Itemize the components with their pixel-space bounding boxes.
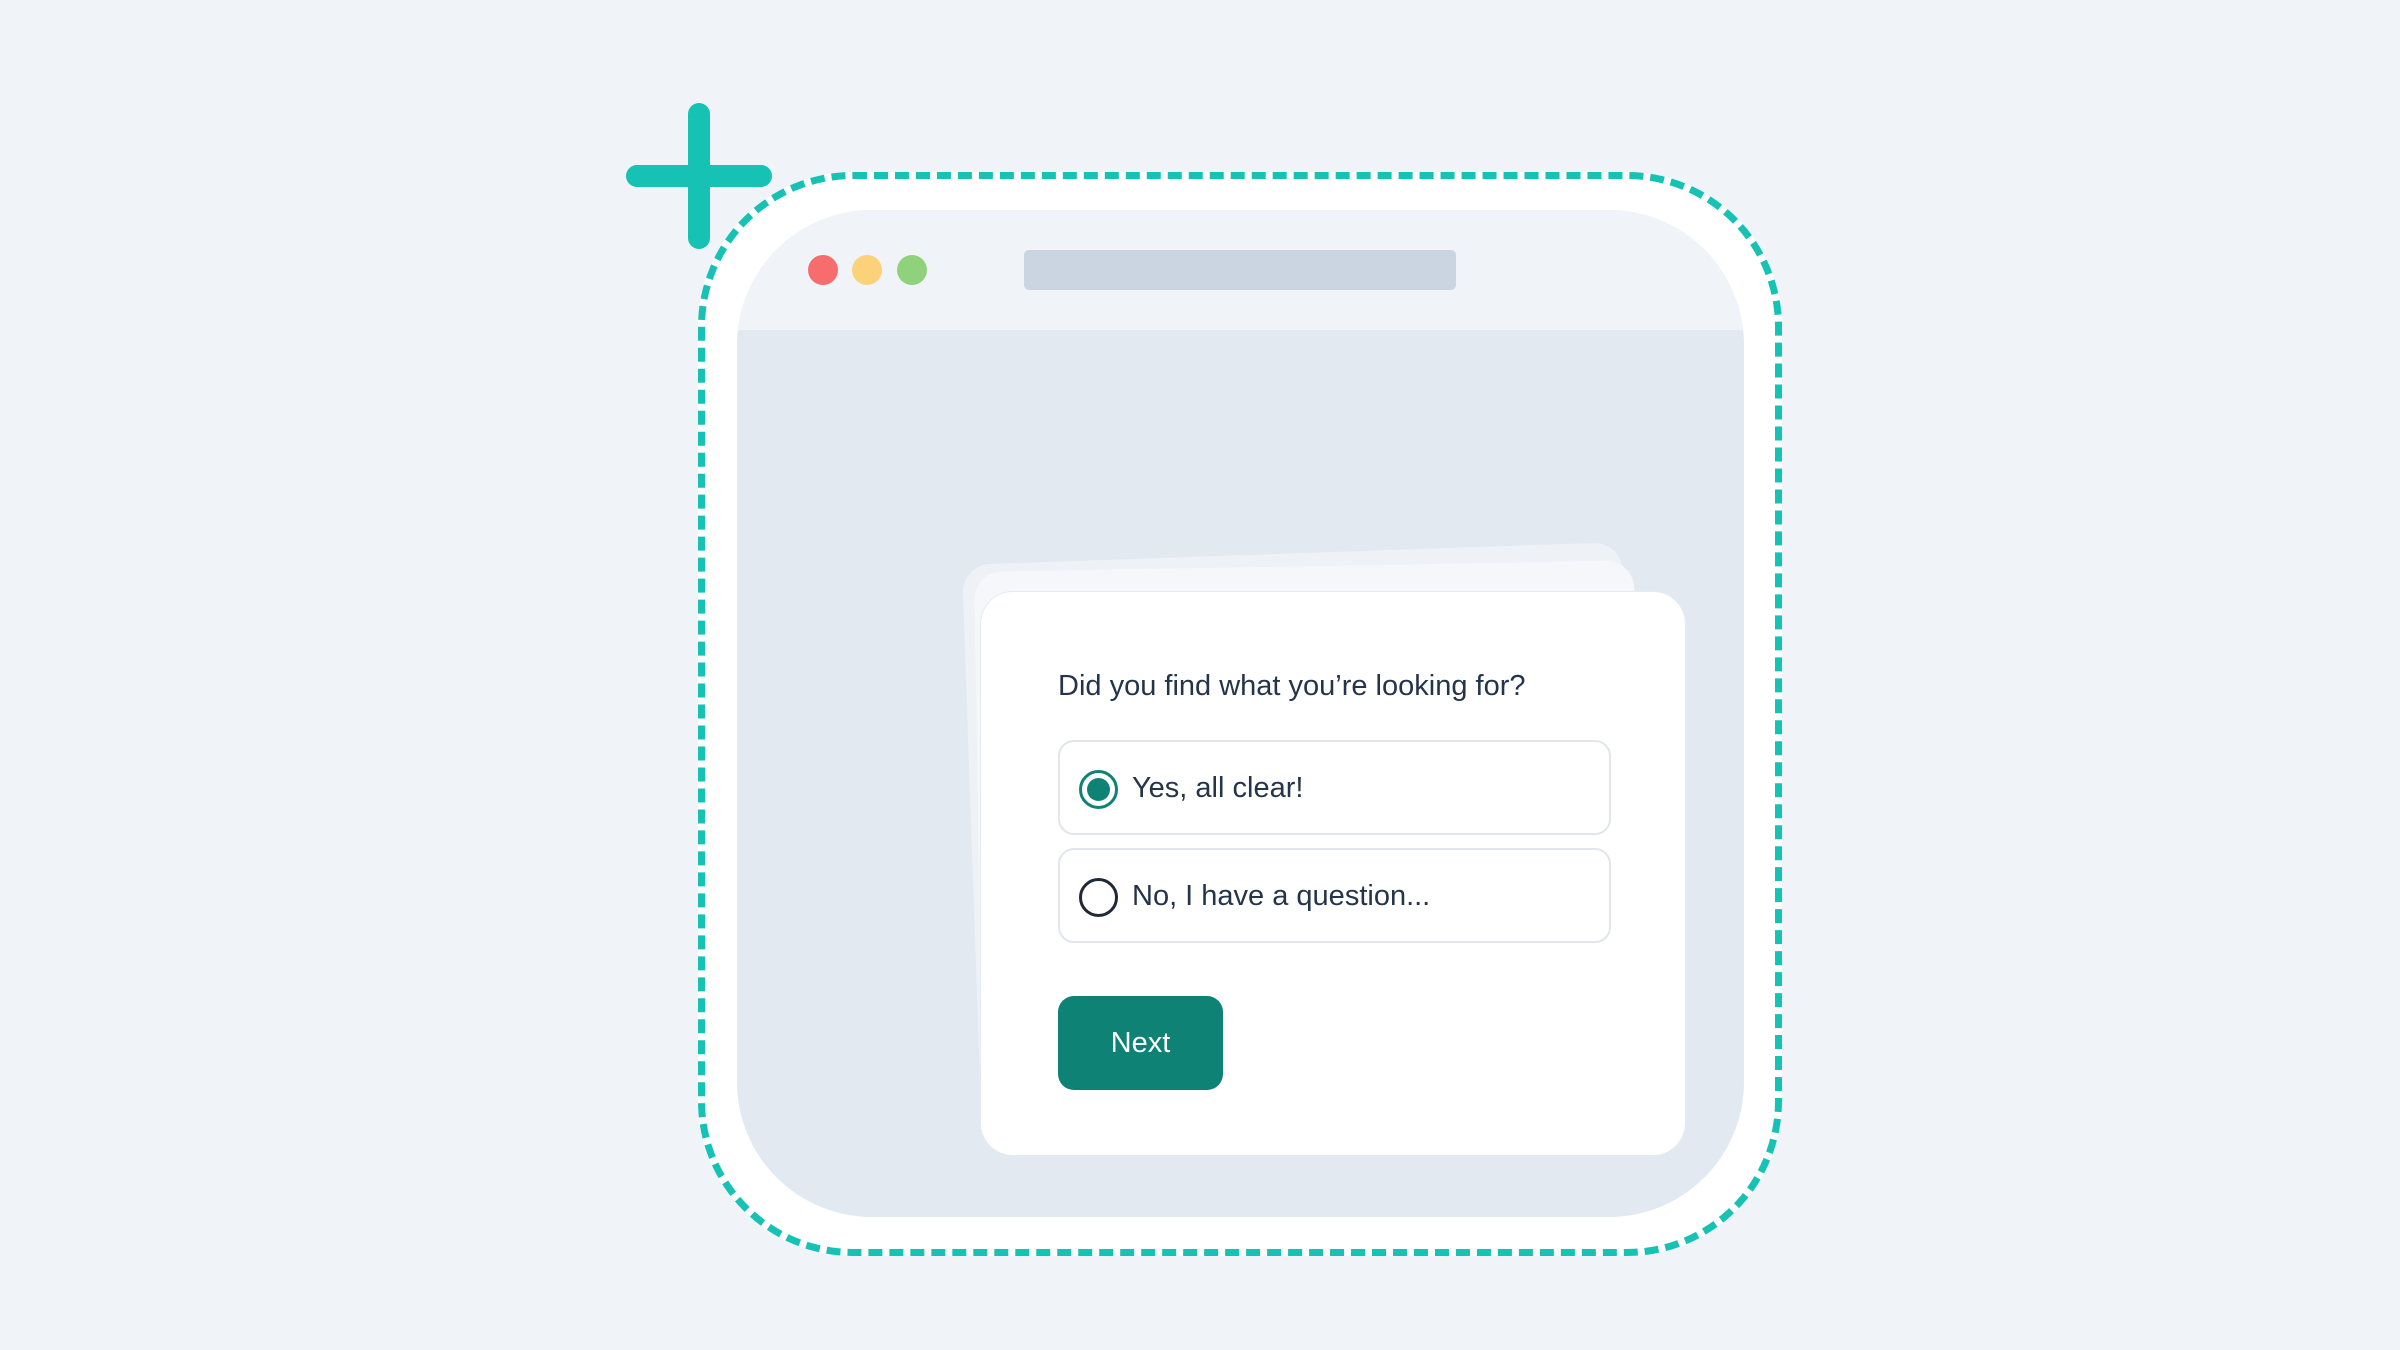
next-button[interactable]: Next xyxy=(1058,996,1223,1090)
close-dot-icon[interactable] xyxy=(808,255,838,285)
survey-card: Did you find what you’re looking for? Ye… xyxy=(981,592,1685,1155)
survey-question: Did you find what you’re looking for? xyxy=(1058,670,1526,702)
option-no-label: No, I have a question... xyxy=(1132,880,1431,912)
illustration-stage: Did you find what you’re looking for? Ye… xyxy=(0,0,2400,1350)
option-yes-label: Yes, all clear! xyxy=(1132,772,1304,804)
maximize-dot-icon[interactable] xyxy=(897,255,927,285)
radio-dot-icon xyxy=(1087,778,1110,801)
minimize-dot-icon[interactable] xyxy=(852,255,882,285)
browser-window: Did you find what you’re looking for? Ye… xyxy=(737,210,1744,1217)
plus-icon xyxy=(626,103,772,249)
window-title-bar xyxy=(737,210,1744,330)
radio-checked-icon[interactable] xyxy=(1079,770,1118,809)
option-yes[interactable]: Yes, all clear! xyxy=(1058,740,1611,835)
radio-unchecked-icon[interactable] xyxy=(1079,878,1118,917)
option-no[interactable]: No, I have a question... xyxy=(1058,848,1611,943)
plus-vertical-bar xyxy=(688,103,710,249)
address-bar[interactable] xyxy=(1024,250,1456,290)
